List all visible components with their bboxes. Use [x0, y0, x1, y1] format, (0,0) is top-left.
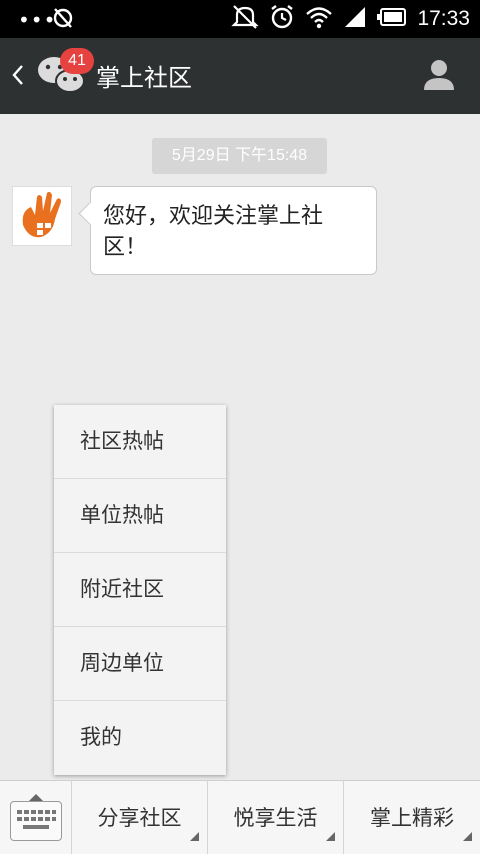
- tab-label: 悦享生活: [233, 806, 318, 830]
- bottom-menu-bar: 分享社区 悦享生活 掌上精彩: [0, 780, 480, 854]
- mute-icon: [231, 4, 260, 34]
- keyboard-icon: [10, 801, 62, 841]
- menu-item-mine[interactable]: 我的: [54, 701, 226, 775]
- signal-icon: [343, 5, 367, 33]
- tab-palm-highlights[interactable]: 掌上精彩: [344, 781, 480, 854]
- tab-enjoy-life[interactable]: 悦享生活: [208, 781, 344, 854]
- chat-header: 41 掌上社区: [0, 38, 480, 114]
- submenu-indicator-icon: [326, 832, 335, 841]
- hand-house-logo-icon: [22, 191, 61, 238]
- profile-icon[interactable]: [424, 58, 454, 96]
- tab-label: 分享社区: [97, 806, 182, 830]
- submenu-indicator-icon: [463, 832, 472, 841]
- unread-count-badge: 41: [60, 48, 94, 74]
- keyboard-toggle-button[interactable]: [0, 781, 72, 854]
- status-bar: ••• 17:33: [0, 0, 480, 38]
- alarm-icon: [269, 4, 295, 34]
- sync-off-icon: [52, 6, 74, 34]
- battery-icon: [377, 7, 407, 31]
- message-bubble[interactable]: 您好，欢迎关注掌上社区！: [90, 186, 377, 275]
- menu-item-unit-hot-posts[interactable]: 单位热帖: [54, 479, 226, 553]
- page-title: 掌上社区: [96, 64, 192, 92]
- submenu-indicator-icon: [190, 832, 199, 841]
- menu-item-nearby-community[interactable]: 附近社区: [54, 553, 226, 627]
- menu-item-surrounding-units[interactable]: 周边单位: [54, 627, 226, 701]
- more-dots-icon: •••: [18, 8, 57, 32]
- wifi-icon: [305, 5, 333, 33]
- avatar[interactable]: [12, 186, 72, 246]
- popup-menu: 社区热帖 单位热帖 附近社区 周边单位 我的: [54, 405, 226, 775]
- message-timestamp: 5月29日 下午15:48: [152, 138, 327, 174]
- back-icon[interactable]: [12, 64, 24, 90]
- status-time: 17:33: [417, 7, 470, 30]
- menu-item-hot-posts[interactable]: 社区热帖: [54, 405, 226, 479]
- tab-label: 掌上精彩: [370, 806, 454, 830]
- tab-share-community[interactable]: 分享社区: [72, 781, 208, 854]
